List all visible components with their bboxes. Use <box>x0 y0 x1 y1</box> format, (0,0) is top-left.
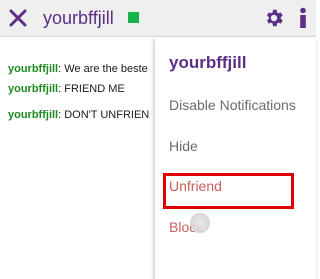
settings-button[interactable] <box>262 6 286 30</box>
highlight-box <box>163 173 294 209</box>
message-row: yourbffjill: FRIEND ME <box>8 82 125 96</box>
close-icon <box>9 9 27 27</box>
menu-item-disable-notifications[interactable]: Disable Notifications <box>169 97 296 113</box>
message-row: yourbffjill: We are the beste <box>8 62 148 76</box>
menu-header: yourbffjill <box>169 53 247 72</box>
touch-indicator <box>190 213 210 233</box>
top-bar: yourbffjill <box>0 0 316 37</box>
message-text: : We are the beste <box>58 63 148 75</box>
message-username[interactable]: yourbffjill <box>8 83 58 95</box>
message-text: : DON'T UNFRIEN <box>58 109 150 121</box>
message-text: : FRIEND ME <box>58 83 125 95</box>
chat-title: yourbffjill <box>43 8 114 28</box>
chat-screen: yourbffjill yourbffjill: We are the best… <box>0 0 316 279</box>
gear-icon <box>266 9 283 27</box>
message-username[interactable]: yourbffjill <box>8 63 58 75</box>
user-options-menu: yourbffjill Disable Notifications Hide U… <box>155 37 316 279</box>
message-username[interactable]: yourbffjill <box>8 109 58 121</box>
close-button[interactable] <box>6 6 30 30</box>
online-status-indicator <box>128 12 139 23</box>
message-row: yourbffjill: DON'T UNFRIEN <box>8 108 149 122</box>
menu-item-hide[interactable]: Hide <box>169 138 198 154</box>
info-icon <box>300 7 306 28</box>
info-button[interactable] <box>294 6 312 30</box>
